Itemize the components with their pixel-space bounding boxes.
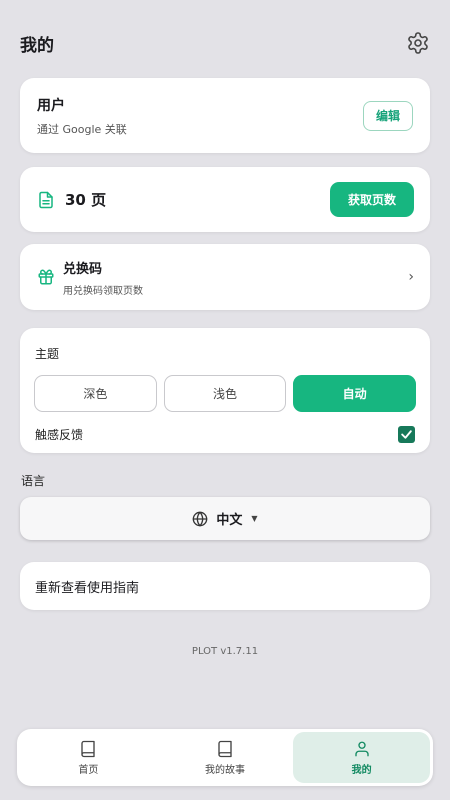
settings-button[interactable] xyxy=(404,29,432,57)
tab-my-stories-label: 我的故事 xyxy=(205,764,245,776)
user-icon xyxy=(354,741,369,756)
settings-card: 主题 深色 浅色 自动 触感反馈 xyxy=(20,328,430,453)
language-value: 中文 xyxy=(216,513,243,528)
guide-button[interactable]: 重新查看使用指南 xyxy=(20,562,430,610)
header: 我的 xyxy=(20,26,430,60)
redeem-subtitle: 用兑换码领取页数 xyxy=(63,285,143,297)
language-label: 语言 xyxy=(21,474,46,488)
edit-button[interactable]: 编辑 xyxy=(363,100,413,131)
theme-label: 主题 xyxy=(35,347,60,361)
haptic-checkbox[interactable] xyxy=(398,426,415,443)
document-icon xyxy=(39,191,53,208)
theme-dark-button[interactable]: 深色 xyxy=(34,375,157,412)
theme-light-button[interactable]: 浅色 xyxy=(163,375,287,412)
haptic-label: 触感反馈 xyxy=(35,428,84,442)
redeem-text: 兑换码 用兑换码领取页数 xyxy=(63,258,143,297)
tab-my-stories[interactable]: 我的故事 xyxy=(157,732,294,783)
chevron-right-icon: › xyxy=(408,269,414,285)
redeem-code-item[interactable]: 兑换码 用兑换码领取页数 › xyxy=(20,244,430,310)
tab-profile[interactable]: 我的 xyxy=(293,732,431,783)
book-icon xyxy=(218,740,232,757)
version-text: PLOT v1.7.11 xyxy=(191,646,259,657)
language-select[interactable]: 中文 ▼ xyxy=(20,497,430,540)
user-link-status: 通过 Google 关联 xyxy=(37,122,127,136)
book-icon xyxy=(81,740,96,757)
pages-card: 30 页 获取页数 xyxy=(20,167,430,232)
gift-icon xyxy=(38,269,54,285)
user-info: 用户 通过 Google 关联 xyxy=(37,95,127,137)
redeem-title: 兑换码 xyxy=(63,261,103,277)
caret-down-icon: ▼ xyxy=(251,514,258,523)
tab-home[interactable]: 首页 xyxy=(20,732,157,783)
globe-icon xyxy=(193,511,208,526)
pages-count: 30 页 xyxy=(65,191,107,209)
tab-home-label: 首页 xyxy=(78,764,99,776)
page-title: 我的 xyxy=(20,35,54,56)
pages-info: 30 页 xyxy=(37,189,106,210)
theme-selector: 深色 浅色 自动 xyxy=(34,375,417,412)
haptic-row: 触感反馈 xyxy=(34,426,416,443)
user-card: 用户 通过 Google 关联 编辑 xyxy=(20,78,430,153)
user-name: 用户 xyxy=(37,97,65,114)
gear-icon xyxy=(408,32,428,54)
guide-label: 重新查看使用指南 xyxy=(35,580,140,596)
redeem-info: 兑换码 用兑换码领取页数 xyxy=(37,258,143,297)
check-icon xyxy=(401,430,412,439)
bottom-tab-bar: 首页 我的故事 我的 xyxy=(17,729,433,786)
get-pages-button[interactable]: 获取页数 xyxy=(330,182,414,217)
theme-auto-button[interactable]: 自动 xyxy=(293,375,417,412)
tab-profile-label: 我的 xyxy=(351,764,372,776)
